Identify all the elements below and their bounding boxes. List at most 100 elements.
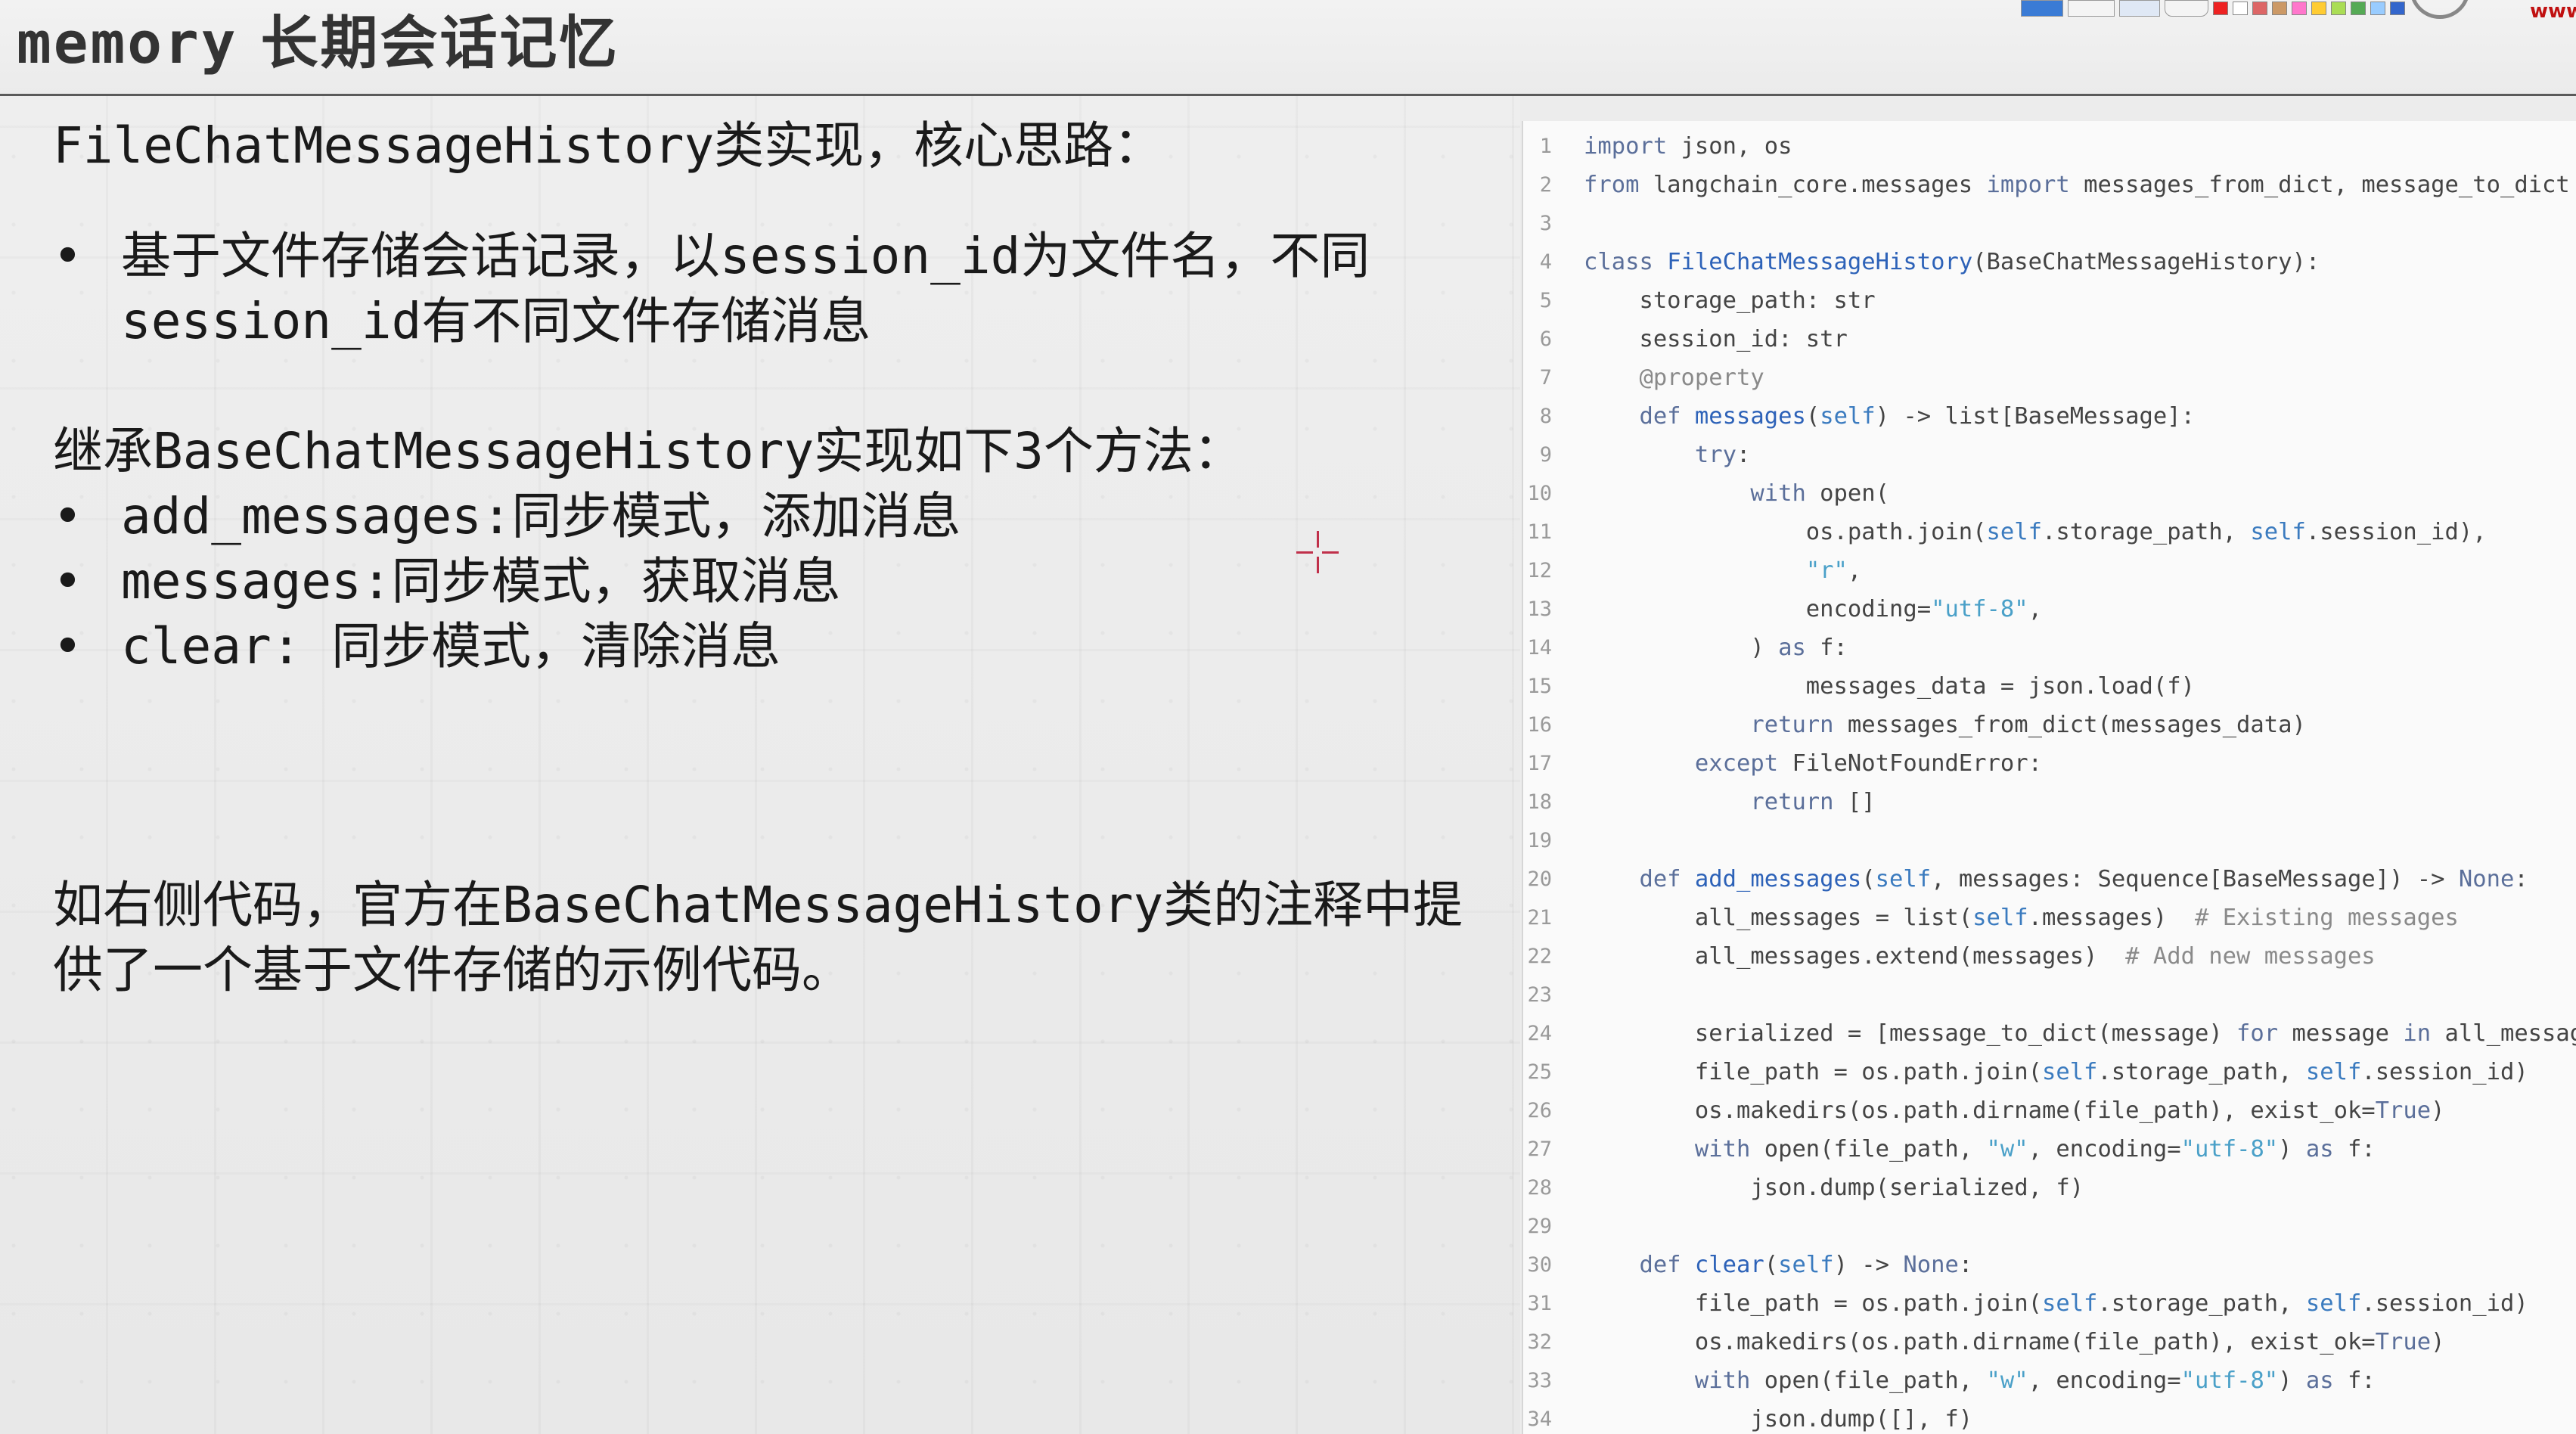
code-text: all_messages.extend(messages) # Add new … (1584, 943, 2376, 970)
color-swatch-red[interactable] (2213, 2, 2228, 15)
code-line: 24 serialized = [message_to_dict(message… (1523, 1014, 2576, 1053)
line-number: 4 (1539, 250, 1552, 274)
line-number: 26 (1527, 1099, 1552, 1122)
list-item: add_messages:同步模式，添加消息 (53, 484, 1490, 549)
code-line: 18 return [] (1523, 783, 2576, 821)
code-line: 9 try: (1523, 436, 2576, 474)
line-number: 3 (1539, 212, 1552, 235)
list-item: messages:同步模式，获取消息 (53, 549, 1490, 614)
code-line: 23 (1523, 976, 2576, 1014)
line-number: 9 (1539, 443, 1552, 467)
code-text: return [] (1750, 789, 1876, 815)
code-text: os.makedirs(os.path.dirname(file_path), … (1584, 1097, 2445, 1124)
code-line: 17 except FileNotFoundError: (1523, 744, 2576, 783)
toolbar-dial-icon[interactable] (2410, 0, 2470, 19)
code-line: 8 def messages(self) -> list[BaseMessage… (1523, 397, 2576, 436)
code-text: storage_path: str (1584, 287, 1876, 314)
toolbar-pen-button[interactable] (2021, 0, 2063, 17)
code-line: 6 session_id: str (1523, 320, 2576, 358)
code-text: return messages_from_dict(messages_data) (1750, 712, 2306, 738)
color-swatch-pink[interactable] (2292, 2, 2307, 15)
code-line: 4 class FileChatMessageHistory(BaseChatMe… (1523, 243, 2576, 281)
inherit-heading: 继承BaseChatMessageHistory实现如下3个方法： (53, 422, 1243, 480)
code-text: def add_messages(self, messages: Sequenc… (1639, 866, 2528, 892)
code-text: session_id: str (1584, 326, 1848, 352)
code-line: 21 all_messages = list(self.messages) # … (1523, 899, 2576, 937)
line-number: 2 (1539, 173, 1552, 197)
code-line: 31 file_path = os.path.join(self.storage… (1523, 1284, 2576, 1323)
color-swatch-brown[interactable] (2272, 2, 2287, 15)
code-line: 10 with open( (1523, 474, 2576, 513)
code-line: 7 @property (1523, 358, 2576, 397)
code-line: 20 def add_messages(self, messages: Sequ… (1523, 860, 2576, 899)
list-item: 基于文件存储会话记录，以session_id为文件名，不同session_id有… (53, 224, 1490, 354)
code-line: 11 os.path.join(self.storage_path, self.… (1523, 513, 2576, 551)
line-number: 11 (1527, 520, 1552, 544)
code-line: 14 ) as f: (1523, 629, 2576, 667)
code-text: with open(file_path, "w", encoding="utf-… (1694, 1136, 2376, 1162)
slide-header: memory 长期会话记忆 www (0, 0, 2576, 96)
code-text: file_path = os.path.join(self.storage_pa… (1584, 1290, 2528, 1317)
color-swatch-green[interactable] (2351, 2, 2366, 15)
crosshair-cursor-icon (1296, 531, 1339, 573)
color-swatch-lime[interactable] (2331, 2, 2346, 15)
code-line: 13 encoding="utf-8", (1523, 590, 2576, 629)
code-line: 28 json.dump(serialized, f) (1523, 1169, 2576, 1207)
code-line: 33 with open(file_path, "w", encoding="u… (1523, 1361, 2576, 1400)
line-number: 27 (1527, 1138, 1552, 1161)
color-swatch-blue[interactable] (2390, 2, 2405, 15)
slide-body: FileChatMessageHistory类实现，核心思路： 基于文件存储会话… (53, 113, 1490, 1003)
code-line: 30 def clear(self) -> None: (1523, 1246, 2576, 1284)
code-text: @property (1639, 365, 1764, 391)
code-panel[interactable]: 1 import json, os 2 from langchain_core.mes… (1522, 121, 2576, 1434)
title-cn: 长期会话记忆 (260, 9, 619, 76)
color-swatch-sky[interactable] (2370, 2, 2385, 15)
code-text: encoding="utf-8", (1584, 596, 2042, 622)
line-number: 13 (1527, 598, 1552, 621)
code-line: 1 import json, os (1523, 127, 2576, 166)
code-line: 22 all_messages.extend(messages) # Add n… (1523, 937, 2576, 976)
annotation-toolbar[interactable] (2021, 0, 2470, 19)
line-number: 23 (1527, 983, 1552, 1007)
line-number: 17 (1527, 752, 1552, 775)
code-text: serialized = [message_to_dict(message) f… (1584, 1020, 2576, 1047)
code-text: os.makedirs(os.path.dirname(file_path), … (1584, 1329, 2445, 1355)
line-number: 15 (1527, 675, 1552, 698)
line-number: 14 (1527, 636, 1552, 660)
code-line: 34 json.dump([], f) (1523, 1400, 2576, 1434)
color-swatch-white[interactable] (2233, 2, 2248, 15)
toolbar-undo-button[interactable] (2165, 0, 2208, 17)
line-number: 25 (1527, 1060, 1552, 1084)
code-line: 2 from langchain_core.messages import mes… (1523, 166, 2576, 204)
toolbar-lines-button[interactable] (2068, 0, 2115, 17)
line-number: 12 (1527, 559, 1552, 582)
code-line: 19 (1523, 821, 2576, 860)
code-text: json.dump([], f) (1584, 1406, 1973, 1432)
color-swatch-rose[interactable] (2252, 2, 2267, 15)
list-item: clear: 同步模式，清除消息 (53, 614, 1490, 679)
code-line: 29 (1523, 1207, 2576, 1246)
line-number: 6 (1539, 327, 1552, 351)
line-number: 20 (1527, 868, 1552, 891)
toolbar-window-button[interactable] (2119, 0, 2160, 17)
code-text: def messages(self) -> list[BaseMessage]: (1639, 403, 2195, 430)
line-number: 31 (1527, 1292, 1552, 1315)
code-line: 15 messages_data = json.load(f) (1523, 667, 2576, 706)
intro-text: FileChatMessageHistory类实现，核心思路： (53, 116, 1164, 175)
core-idea-list: 基于文件存储会话记录，以session_id为文件名，不同session_id有… (53, 224, 1490, 354)
line-number: 24 (1527, 1022, 1552, 1045)
line-number: 10 (1527, 482, 1552, 505)
code-line: 12 "r", (1523, 551, 2576, 590)
code-line: 26 os.makedirs(os.path.dirname(file_path… (1523, 1091, 2576, 1130)
code-text: messages_data = json.load(f) (1584, 673, 2195, 700)
methods-list: add_messages:同步模式，添加消息 messages:同步模式，获取消… (53, 484, 1490, 679)
line-number: 32 (1527, 1330, 1552, 1354)
line-number: 29 (1527, 1215, 1552, 1238)
corner-watermark: www (2530, 0, 2576, 23)
line-number: 34 (1527, 1408, 1552, 1431)
color-swatch-yellow[interactable] (2311, 2, 2326, 15)
line-number: 5 (1539, 289, 1552, 312)
code-text: with open( (1750, 480, 1889, 507)
code-text: import json, os (1584, 133, 1792, 160)
code-text: ) as f: (1584, 635, 1848, 661)
